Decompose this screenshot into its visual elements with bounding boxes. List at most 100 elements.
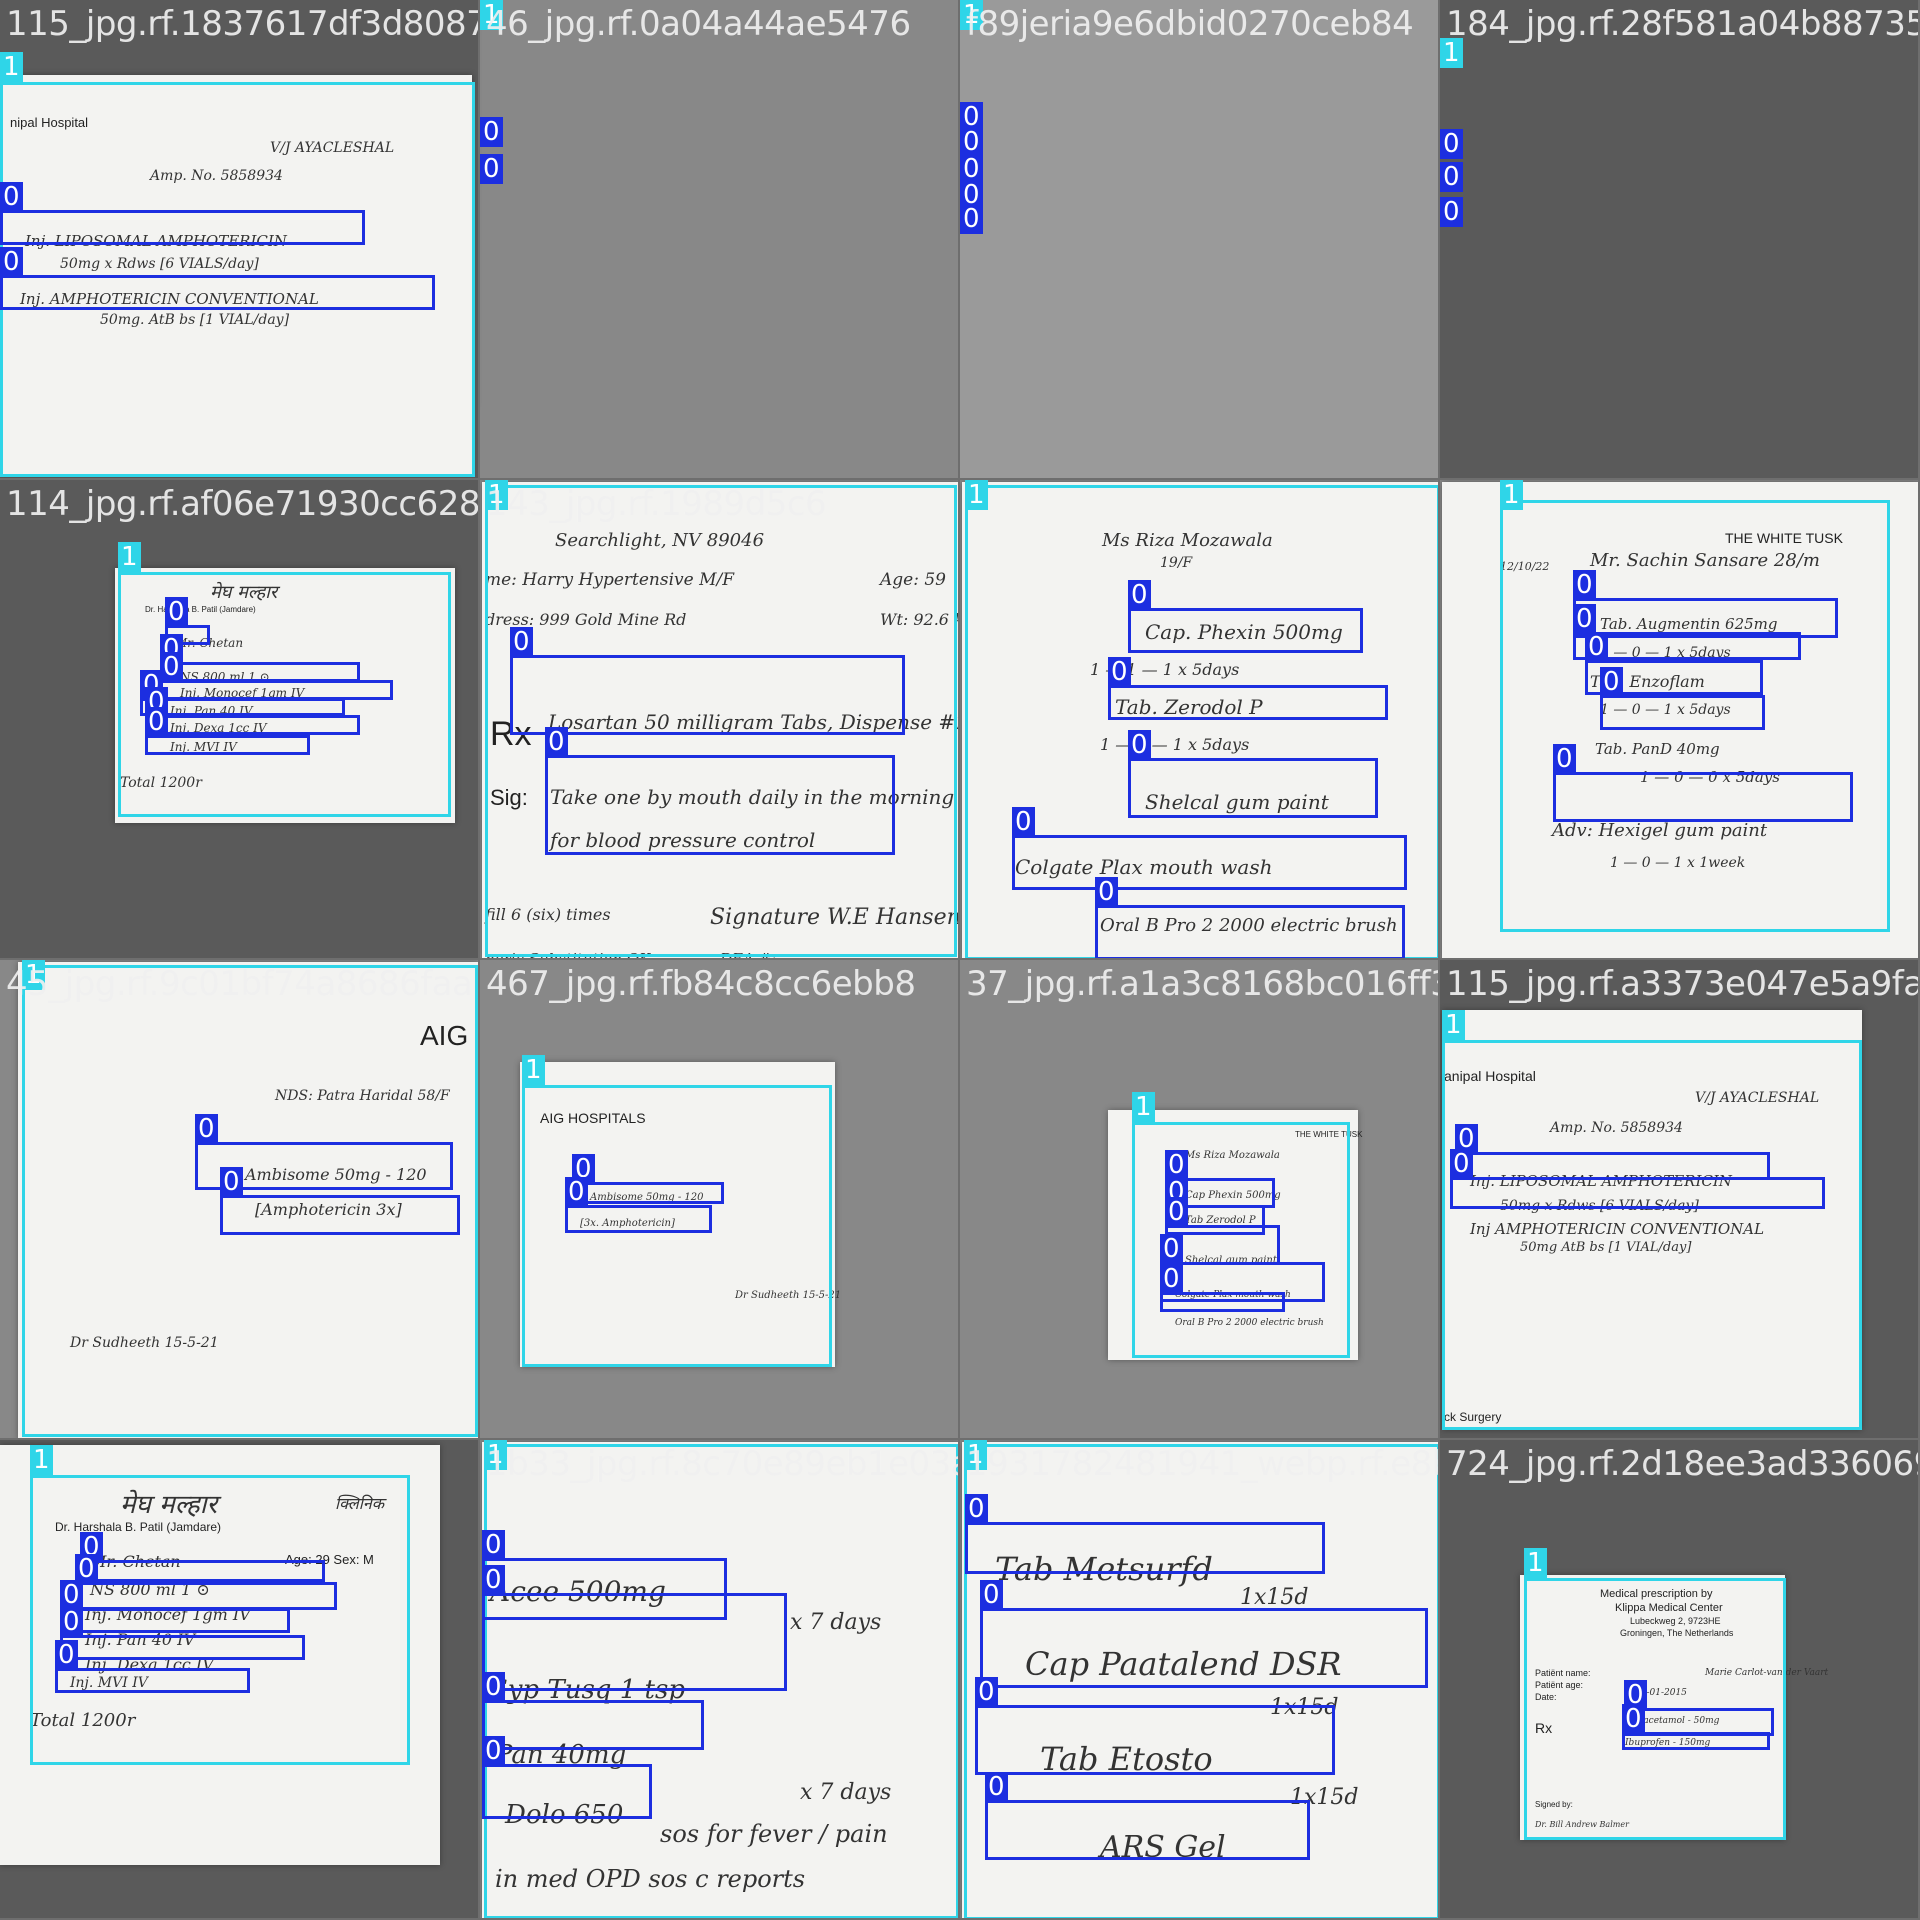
line-class-label: 0 <box>220 1167 243 1197</box>
tile-filename-caption: 467_jpg.rf.fb84c8cc6ebb8 <box>486 964 916 1004</box>
page-bounding-box <box>1442 1040 1862 1430</box>
line-bounding-box <box>160 680 393 700</box>
line-bounding-box <box>545 755 895 855</box>
line-class-label: 0 <box>1440 129 1463 159</box>
tile-filename-caption: 115_jpg.rf.a3373e047e5a9fa4 <box>1446 964 1918 1004</box>
line-class-label: 0 <box>510 627 533 657</box>
tile-filename-caption: 184_jpg.rf.28f581a04b88735 <box>1446 4 1918 44</box>
line-class-label: 0 <box>1128 580 1151 610</box>
line-class-label: 0 <box>1095 877 1118 907</box>
line-class-label: 0 <box>980 1580 1003 1610</box>
line-bounding-box <box>55 1668 250 1693</box>
line-class-label: 0 <box>482 1565 505 1595</box>
line-class-label: 0 <box>60 1607 83 1637</box>
tile-3: मेघ मल्हारक्लिनिकDr. Harshala B. Patil (… <box>960 0 1438 478</box>
line-bounding-box <box>482 1593 787 1691</box>
line-bounding-box <box>160 662 360 682</box>
line-class-label: 0 <box>1585 632 1608 662</box>
line-bounding-box <box>1128 608 1363 653</box>
line-bounding-box <box>1012 835 1407 890</box>
line-class-label: 0 <box>0 182 23 212</box>
line-class-label: 0 <box>1450 1149 1473 1179</box>
line-bounding-box <box>220 1195 460 1235</box>
tile-15: Tab Metsurfd 1x15d Cap Paatalend DSR 1x15d T… <box>960 1440 1438 1918</box>
tile-1: nipal Hospital V/J AYACLESHAL Amp. No. 585… <box>0 0 478 478</box>
page-class-label: 1 <box>1524 1548 1547 1578</box>
line-class-label: 0 <box>1622 1704 1645 1734</box>
line-class-label: 0 <box>985 1772 1008 1802</box>
tile-10: AIG HOSPITALS Ambisome 50mg - 120 [3x. Amp… <box>480 960 958 1438</box>
page-class-label: 1 <box>30 1445 53 1475</box>
tile-9: AIG NDS: Patra Haridal 58/F Ambisome 50mg … <box>0 960 478 1438</box>
line-class-label: 0 <box>1165 1150 1188 1180</box>
tile-filename-caption: 37_jpg.rf.a1a3c8168bc016ff3 <box>966 964 1438 1004</box>
line-bounding-box <box>140 698 345 716</box>
line-bounding-box <box>510 655 905 735</box>
line-class-label: 0 <box>1012 807 1035 837</box>
line-class-label: 0 <box>975 1677 998 1707</box>
page-class-label: 1 <box>1442 1010 1465 1040</box>
tile-14: Acee 500mg x 7 days Syp Tusq 1 tsp Pan 40mg… <box>480 1440 958 1918</box>
tile-filename-caption: 1b33_jpg.rf.8c70e89eb1e03a3 <box>486 1444 958 1484</box>
line-class-label: 0 <box>480 117 503 147</box>
line-class-label: 0 <box>482 1736 505 1766</box>
line-class-label: 0 <box>1440 197 1463 227</box>
line-bounding-box <box>1095 905 1405 958</box>
line-bounding-box <box>0 275 435 310</box>
line-class-label: 0 <box>160 652 183 682</box>
line-bounding-box <box>145 715 360 735</box>
line-bounding-box <box>1108 685 1388 720</box>
tile-6: Searchlight, NV 89046 me: Harry Hypertens… <box>480 480 958 958</box>
page-class-label: 1 <box>965 480 988 510</box>
line-class-label: 0 <box>165 597 188 627</box>
line-bounding-box <box>482 1700 704 1750</box>
line-bounding-box <box>80 1560 325 1582</box>
tile-filename-caption: 45_jpg.rf.9c01bf74a8686faa <box>6 964 473 1004</box>
page-class-label: 1 <box>118 542 141 572</box>
line-bounding-box <box>975 1705 1335 1775</box>
tile-16: Medical prescription by Klippa Medical Ce… <box>1440 1440 1918 1918</box>
line-class-label: 0 <box>965 1494 988 1524</box>
line-class-label: 0 <box>480 154 503 184</box>
line-class-label: 0 <box>545 727 568 757</box>
line-class-label: 0 <box>482 1672 505 1702</box>
line-class-label: 0 <box>1108 657 1131 687</box>
tile-filename-caption: 115_jpg.rf.1837617df3d808746_jpg.rf.0a04… <box>6 4 478 44</box>
line-class-label: 0 <box>0 247 23 277</box>
line-class-label: 0 <box>1573 604 1596 634</box>
line-bounding-box <box>1622 1732 1770 1750</box>
line-class-label: 0 <box>1440 162 1463 192</box>
tile-5: मेघ मल्हार Dr. Harshala B. Patil (Jamdare… <box>0 480 478 958</box>
line-bounding-box <box>572 1182 724 1204</box>
tile-2: AIG HOSPITALSNDS: Patra Haridal 58/FPD -… <box>480 0 958 478</box>
tile-filename-caption: 114_jpg.rf.af06e71930cc628 <box>6 484 478 524</box>
tile-filename-caption: 46_jpg.rf.0a04a44ae5476 <box>486 4 911 44</box>
line-class-label: 0 <box>960 127 983 157</box>
line-bounding-box <box>60 1635 305 1660</box>
line-class-label: 0 <box>1165 1197 1188 1227</box>
tile-11: THE WHITE TUSK Ms Riza Mozawala Cap Phexin… <box>960 960 1438 1438</box>
line-bounding-box <box>75 1582 337 1610</box>
line-class-label: 0 <box>55 1640 78 1670</box>
tile-4: Date: April 17, 2010Aptus Medical ArtsW.… <box>1440 0 1918 478</box>
line-bounding-box <box>0 210 365 245</box>
line-bounding-box <box>145 735 310 755</box>
line-bounding-box <box>1450 1177 1825 1209</box>
page-class-label: 1 <box>1500 480 1523 510</box>
line-class-label: 0 <box>1553 744 1576 774</box>
line-bounding-box <box>1553 772 1853 822</box>
line-bounding-box <box>482 1764 652 1819</box>
line-class-label: 0 <box>195 1114 218 1144</box>
line-class-label: 0 <box>145 707 168 737</box>
line-bounding-box <box>60 1608 290 1633</box>
tile-filename-caption: 143_jpg.rf.1989d5c6 <box>486 484 827 524</box>
tile-filename-caption: 724_jpg.rf.2d18ee3ad3360696 <box>1446 1444 1918 1484</box>
page-class-label: 1 <box>0 52 23 82</box>
page-class-label: 1 <box>1132 1092 1155 1122</box>
line-bounding-box <box>985 1800 1310 1860</box>
tile-8: THE WHITE TUSK 12/10/22 Mr. Sachin Sansare… <box>1440 480 1918 958</box>
line-class-label: 0 <box>960 204 983 234</box>
line-bounding-box <box>565 1205 712 1233</box>
detection-mosaic: nipal Hospital V/J AYACLESHAL Amp. No. 585… <box>0 0 1920 1920</box>
tile-13: मेघ मल्हार क्लिनिक Dr. Harshala B. Patil (… <box>0 1440 478 1918</box>
